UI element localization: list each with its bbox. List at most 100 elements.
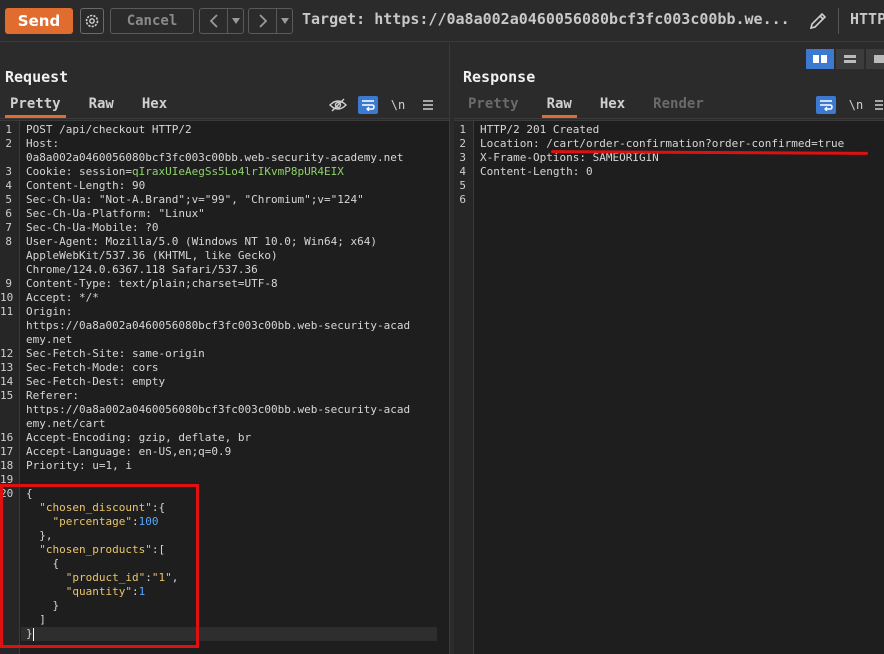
line-number: 3: [5, 165, 12, 178]
code-text: emy.net: [26, 333, 72, 347]
code-line[interactable]: 4 Content-Length: 90: [0, 179, 449, 193]
request-hide-nonprintable-button[interactable]: [328, 96, 348, 114]
response-editor[interactable]: 1 HTTP/2 201 Created 2 Location: /cart/orde…: [454, 120, 884, 654]
code-line[interactable]: 15 Referer:: [0, 389, 449, 403]
line-number: 16: [0, 431, 14, 444]
line-number: 15: [0, 389, 14, 402]
code-line[interactable]: Chrome/124.0.6367.118 Safari/537.36: [0, 263, 449, 277]
code-text: HTTP/2 201 Created: [480, 123, 599, 137]
columns-icon: [813, 55, 827, 63]
line-number: 4: [459, 165, 466, 178]
code-line[interactable]: 2 Host:: [0, 137, 449, 151]
request-word-wrap-button[interactable]: [358, 96, 378, 114]
panel-splitter[interactable]: [449, 43, 453, 654]
chevron-right-icon: [258, 14, 267, 28]
http-version-label[interactable]: HTTP: [850, 10, 884, 28]
code-line[interactable]: 7 Sec-Ch-Ua-Mobile: ?0: [0, 221, 449, 235]
code-line[interactable]: 12 Sec-Fetch-Site: same-origin: [0, 347, 449, 361]
response-word-wrap-button[interactable]: [816, 96, 836, 114]
line-number: 17: [0, 445, 14, 458]
code-line[interactable]: emy.net: [0, 333, 449, 347]
code-line[interactable]: https://0a8a002a0460056080bcf3fc003c00bb…: [0, 403, 449, 417]
gear-icon: [85, 14, 99, 28]
line-number: 1: [459, 123, 466, 136]
code-text: Sec-Ch-Ua: "Not-A.Brand";v="99", "Chromi…: [26, 193, 364, 207]
word-wrap-icon: [820, 100, 833, 111]
code-line[interactable]: 5 Sec-Ch-Ua: "Not-A.Brand";v="99", "Chrom…: [0, 193, 449, 207]
code-token: Sec-Ch-Ua-Platform: "Linux": [26, 207, 205, 220]
response-tab-raw[interactable]: Raw: [541, 94, 578, 118]
code-text: Sec-Fetch-Mode: cors: [26, 361, 158, 375]
request-tab-raw[interactable]: Raw: [89, 94, 114, 118]
word-wrap-icon: [362, 100, 375, 111]
code-text: POST /api/checkout HTTP/2: [26, 123, 192, 137]
response-panel-title: Response: [463, 68, 536, 86]
cancel-button[interactable]: Cancel: [110, 8, 194, 34]
line-number: 4: [5, 179, 12, 192]
forward-history-dropdown[interactable]: [277, 9, 292, 33]
code-line[interactable]: 14 Sec-Fetch-Dest: empty: [0, 375, 449, 389]
code-line[interactable]: 8 User-Agent: Mozilla/5.0 (Windows NT 10.…: [0, 235, 449, 249]
code-line[interactable]: 16 Accept-Encoding: gzip, deflate, br: [0, 431, 449, 445]
request-newline-toggle[interactable]: \n: [388, 96, 408, 114]
back-history-dropdown[interactable]: [228, 9, 243, 33]
back-nav-group[interactable]: [199, 8, 244, 34]
edit-target-button[interactable]: [805, 8, 831, 34]
request-tab-hex[interactable]: Hex: [142, 94, 167, 118]
code-line[interactable]: 1 HTTP/2 201 Created: [454, 123, 884, 137]
code-token: Content-Type: text/plain;charset=UTF-8: [26, 277, 278, 290]
line-number: 5: [459, 179, 466, 192]
code-token: emy.net: [26, 333, 73, 346]
line-number: 9: [5, 277, 12, 290]
layout-tabs-button[interactable]: [866, 49, 884, 69]
request-tabs: Pretty Raw Hex: [5, 94, 195, 118]
code-line[interactable]: 17 Accept-Language: en-US,en;q=0.9: [0, 445, 449, 459]
chevron-left-icon: [209, 14, 218, 28]
request-tab-divider: [0, 118, 449, 119]
code-token: https://0a8a002a0460056080bcf3fc003c00bb…: [26, 319, 411, 332]
response-tab-hex[interactable]: Hex: [600, 94, 625, 118]
json-body-highlight-box: [0, 484, 199, 648]
code-line[interactable]: 18 Priority: u=1, i: [0, 459, 449, 473]
code-text: https://0a8a002a0460056080bcf3fc003c00bb…: [26, 403, 410, 417]
code-text: Accept-Encoding: gzip, deflate, br: [26, 431, 251, 445]
line-number: 5: [5, 193, 12, 206]
code-line[interactable]: https://0a8a002a0460056080bcf3fc003c00bb…: [0, 319, 449, 333]
code-line[interactable]: 10 Accept: */*: [0, 291, 449, 305]
code-text: https://0a8a002a0460056080bcf3fc003c00bb…: [26, 319, 410, 333]
code-text: Location: /cart/order-confirmation?order…: [480, 137, 844, 151]
forward-nav-group[interactable]: [248, 8, 293, 34]
response-newline-toggle[interactable]: \n: [846, 96, 866, 114]
code-token: Content-Length: 0: [480, 165, 593, 178]
request-menu-button[interactable]: [418, 96, 438, 114]
code-line[interactable]: 2 Location: /cart/order-confirmation?orde…: [454, 137, 884, 151]
response-menu-button[interactable]: [872, 96, 884, 114]
code-text: Host:: [26, 137, 59, 151]
code-line[interactable]: 0a8a002a0460056080bcf3fc003c00bb.web-sec…: [0, 151, 449, 165]
request-tab-pretty[interactable]: Pretty: [5, 94, 66, 118]
response-tab-pretty[interactable]: Pretty: [468, 94, 519, 118]
code-line[interactable]: 13 Sec-Fetch-Mode: cors: [0, 361, 449, 375]
target-url: Target: https://0a8a002a0460056080bcf3fc…: [302, 10, 790, 28]
response-tab-divider: [454, 118, 884, 119]
code-line[interactable]: 6: [454, 193, 884, 207]
code-line[interactable]: 6 Sec-Ch-Ua-Platform: "Linux": [0, 207, 449, 221]
code-line[interactable]: 11 Origin:: [0, 305, 449, 319]
layout-side-by-side-button[interactable]: [806, 49, 834, 69]
code-line[interactable]: 4 Content-Length: 0: [454, 165, 884, 179]
code-line[interactable]: AppleWebKit/537.36 (KHTML, like Gecko): [0, 249, 449, 263]
line-number: 7: [5, 221, 12, 234]
settings-gear-button[interactable]: [80, 8, 104, 34]
code-line[interactable]: 5: [454, 179, 884, 193]
layout-stacked-button[interactable]: [836, 49, 864, 69]
back-button[interactable]: [200, 9, 228, 33]
send-button[interactable]: Send: [5, 8, 73, 34]
code-line[interactable]: 3 Cookie: session=qIraxUIeAegSs5Lo4lrIKvm…: [0, 165, 449, 179]
response-tab-render[interactable]: Render: [653, 94, 704, 118]
forward-button[interactable]: [249, 9, 277, 33]
code-line[interactable]: 9 Content-Type: text/plain;charset=UTF-8: [0, 277, 449, 291]
layout-toggle-group: [806, 49, 884, 69]
code-line[interactable]: 1 POST /api/checkout HTTP/2: [0, 123, 449, 137]
code-line[interactable]: emy.net/cart: [0, 417, 449, 431]
line-number: 13: [0, 361, 14, 374]
